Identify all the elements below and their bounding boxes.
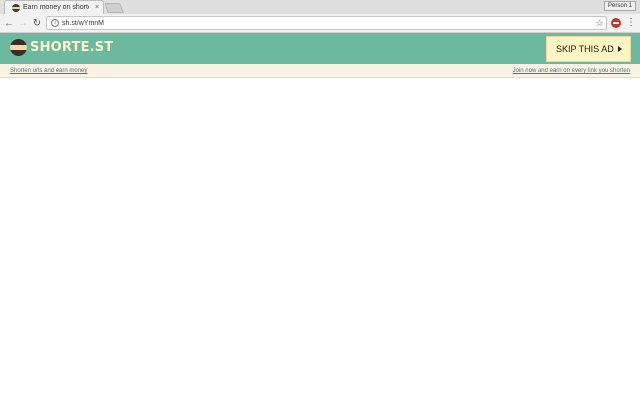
profile-button[interactable]: Person 1: [604, 1, 636, 11]
skip-ad-button[interactable]: SKIP THIS AD: [546, 36, 631, 62]
bookmark-star-icon[interactable]: ☆: [594, 17, 605, 29]
skip-ad-label: SKIP THIS AD: [556, 44, 614, 54]
shortest-favicon-icon: [12, 4, 20, 12]
shortest-header: SHORTE.ST: [0, 33, 640, 64]
ad-content-area: [0, 78, 640, 400]
logo-text[interactable]: SHORTE.ST: [30, 40, 120, 56]
ninja-logo-icon: [10, 39, 27, 56]
promo-subbar: Shorten urls and earn money Join now and…: [0, 64, 640, 78]
join-now-link[interactable]: Join now and earn on every link you shor…: [513, 66, 630, 76]
back-arrow-icon[interactable]: ←: [3, 17, 15, 30]
shorten-urls-link[interactable]: Shorten urls and earn money: [10, 66, 87, 76]
play-arrow-icon: [617, 46, 622, 52]
tab-title: Earn money on shorte.st: [23, 4, 89, 11]
reload-icon[interactable]: ↻: [31, 17, 43, 30]
new-tab-button[interactable]: [104, 3, 124, 13]
extension-icon[interactable]: [611, 18, 621, 28]
browser-menu-icon[interactable]: ⋮: [626, 17, 636, 29]
url-text[interactable]: sh.st/wYmnM: [62, 18, 262, 29]
browser-tab[interactable]: Earn money on shorte.st ×: [4, 0, 104, 14]
site-info-icon[interactable]: i: [51, 19, 59, 27]
forward-arrow-icon[interactable]: →: [17, 17, 29, 30]
browser-toolbar: ← → ↻ i sh.st/wYmnM ☆ ⋮: [0, 14, 640, 33]
address-bar[interactable]: i sh.st/wYmnM ☆: [46, 16, 607, 30]
browser-tab-strip: Earn money on shorte.st × Person 1: [0, 0, 640, 14]
tab-close-icon[interactable]: ×: [93, 3, 101, 13]
